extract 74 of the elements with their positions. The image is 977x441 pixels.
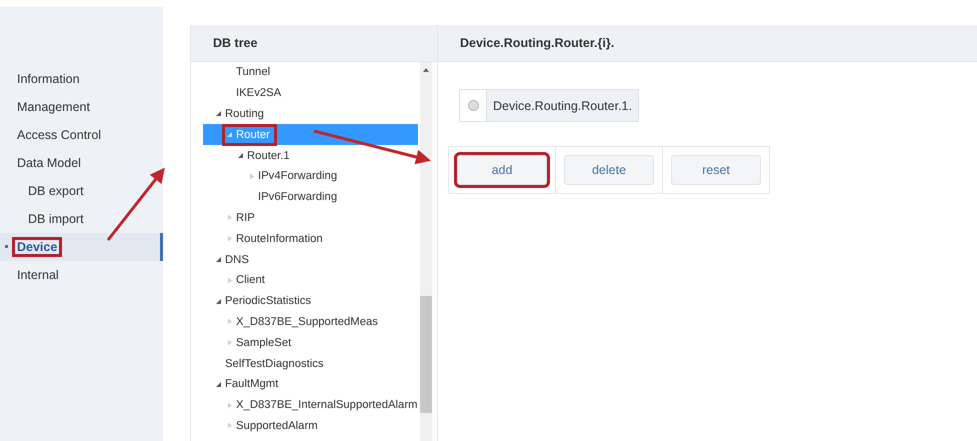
column-header: Device.Routing.Router.{i}. — [438, 25, 977, 62]
tree-row[interactable]: SampleSet — [203, 332, 418, 354]
tree-label: RouteInformation — [236, 232, 323, 245]
tree-label: Router — [236, 128, 270, 141]
tree-label: Tunnel — [236, 66, 270, 78]
sidebar-label: Device — [12, 237, 62, 257]
collapsed-arrow-icon[interactable] — [225, 421, 234, 430]
tree-row[interactable]: IKEv2SA — [203, 82, 418, 104]
column-header: DB tree — [191, 25, 437, 62]
delete-button[interactable]: delete — [564, 155, 654, 185]
tree-row[interactable]: Client — [203, 270, 418, 291]
collapsed-arrow-icon[interactable] — [247, 172, 256, 181]
sidebar-label: Data Model — [16, 155, 82, 172]
tree-row[interactable]: Tunnel — [203, 62, 418, 83]
tree-row[interactable]: RIP — [203, 208, 418, 228]
tree-row[interactable]: IPv6Forwarding — [203, 186, 418, 208]
sidebar-label: Management — [16, 99, 91, 116]
tree-row[interactable]: Routing — [203, 104, 418, 124]
tree-label: PeriodicStatistics — [225, 295, 312, 308]
sidebar-item[interactable]: DB import — [0, 205, 163, 233]
tree-label: X_D837BE_SupportedMeas — [236, 316, 378, 328]
sidebar-item[interactable]: Management — [0, 93, 163, 121]
tree-row[interactable]: FaultMgmt — [203, 374, 418, 395]
reset-button[interactable]: reset — [671, 155, 761, 185]
tree-label: IPv6Forwarding — [258, 191, 338, 204]
sidebar-label: Internal — [16, 267, 60, 284]
instance-label: Device.Routing.Router.1. — [487, 90, 638, 121]
scroll-up-icon[interactable] — [423, 68, 429, 72]
expanded-arrow-icon[interactable] — [214, 109, 223, 118]
tree-label: IKEv2SA — [236, 87, 282, 100]
add-button[interactable]: add — [457, 155, 547, 185]
tree-label: DNS — [225, 254, 249, 266]
radio-button[interactable] — [468, 100, 478, 111]
tree-label: Client — [236, 274, 265, 286]
collapsed-arrow-icon[interactable] — [225, 400, 234, 410]
tree-label: Routing — [225, 108, 264, 120]
sidebar-item[interactable]: Data Model — [0, 149, 163, 177]
tree-row[interactable]: RouteInformation — [203, 228, 418, 250]
sidebar-item[interactable]: Device — [0, 233, 163, 261]
tree-row[interactable]: PeriodicStatistics — [203, 290, 418, 312]
sidebar-label: Information — [16, 71, 81, 88]
tree-row[interactable]: X_D837BE_InternalSupportedAlarm — [203, 394, 418, 416]
tree-label: SupportedAlarm — [236, 420, 318, 432]
tree-row[interactable]: SelfTestDiagnostics — [203, 353, 418, 374]
expanded-arrow-icon[interactable] — [214, 255, 223, 264]
tree-row[interactable]: SupportedAlarm — [203, 416, 418, 436]
expanded-arrow-icon[interactable] — [236, 151, 245, 160]
tree-row[interactable]: DNS — [203, 249, 418, 270]
instance-row[interactable]: Device.Routing.Router.1. — [459, 89, 639, 122]
tree-row[interactable]: X_D837BE_SupportedMeas — [203, 312, 418, 332]
tree-label: FaultMgmt — [225, 378, 278, 390]
scrollbar[interactable] — [420, 62, 432, 441]
expanded-arrow-icon[interactable] — [214, 380, 223, 389]
collapsed-arrow-icon[interactable] — [225, 213, 234, 222]
sidebar-item[interactable]: DB export — [0, 177, 163, 205]
tree-label: RIP — [236, 212, 255, 224]
sidebar-item[interactable]: Access Control — [0, 121, 163, 149]
collapsed-arrow-icon[interactable] — [225, 338, 234, 348]
tree-label: Router.1 — [247, 150, 290, 162]
collapsed-arrow-icon[interactable] — [225, 234, 234, 244]
sidebar-item[interactable]: Internal — [0, 261, 163, 289]
tree-label: SelfTestDiagnostics — [225, 358, 324, 370]
sidebar-label: DB export — [27, 183, 85, 200]
collapsed-arrow-icon[interactable] — [225, 317, 234, 326]
tree-row[interactable]: IPv4Forwarding — [203, 166, 418, 187]
tree-label: IPv4Forwarding — [258, 170, 338, 182]
tree-row[interactable]: Router.1 — [203, 145, 418, 166]
expanded-arrow-icon[interactable] — [214, 296, 223, 306]
tree-label: SampleSet — [236, 336, 292, 349]
tree-label: X_D837BE_InternalSupportedAlarm — [236, 399, 418, 412]
collapsed-arrow-icon[interactable] — [225, 276, 234, 285]
sidebar-label: DB import — [27, 211, 85, 228]
sidebar-item[interactable]: Information — [0, 65, 163, 93]
sidebar-label: Access Control — [16, 127, 102, 144]
